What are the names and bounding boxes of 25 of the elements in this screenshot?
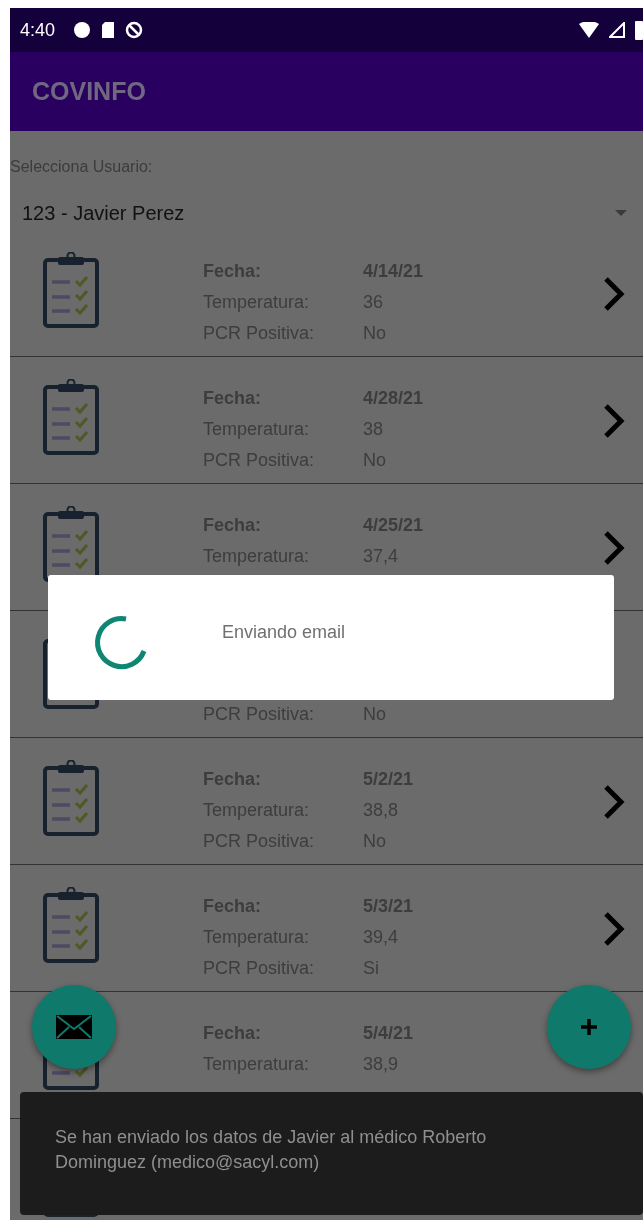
add-button[interactable] (547, 985, 631, 1069)
sun-icon (73, 21, 92, 39)
do-not-disturb-icon (125, 21, 144, 39)
envelope-icon (55, 1014, 93, 1040)
clipboard-icon (42, 760, 100, 836)
chevron-right-icon (603, 530, 625, 566)
chevron-right-icon (603, 276, 625, 312)
app-title: COVINFO (32, 77, 146, 106)
dialog-message: Enviando email (222, 622, 346, 643)
sd-card-icon (101, 21, 116, 39)
clipboard-icon (42, 379, 100, 455)
clipboard-icon (42, 252, 100, 328)
clipboard-icon (42, 887, 100, 963)
plus-icon (579, 1017, 599, 1037)
status-time: 4:40 (20, 19, 56, 41)
chevron-right-icon (603, 403, 625, 439)
send-email-button[interactable] (32, 985, 116, 1069)
dropdown-arrow-icon (615, 209, 627, 217)
wifi-icon (579, 22, 599, 38)
user-dropdown[interactable]: 123 - Javier Perez (10, 198, 643, 228)
battery-icon (635, 20, 643, 40)
signal-icon (609, 22, 625, 38)
chevron-right-icon (603, 784, 625, 820)
chevron-right-icon (603, 911, 625, 947)
snackbar-message: Se han enviado los datos de Javier al médico Roberto Dominguez (medico@sacyl.com) (55, 1125, 488, 1174)
